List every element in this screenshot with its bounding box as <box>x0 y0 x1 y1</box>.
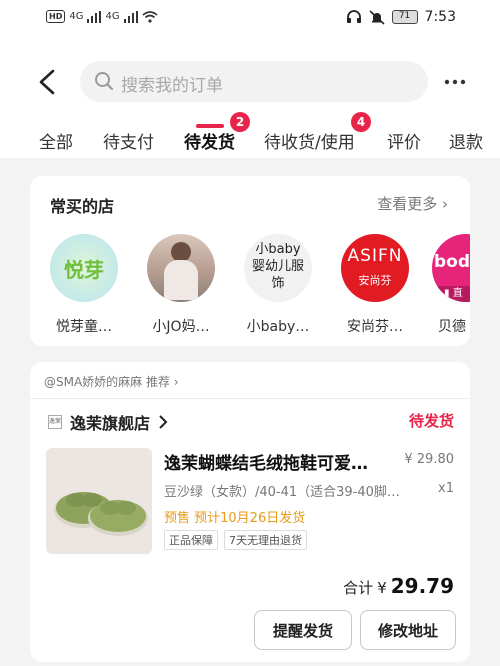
store-avatar-text: 小baby婴幼儿服饰 <box>251 242 304 291</box>
signal-icon <box>87 10 102 23</box>
shop-logo: 逸茉 <box>48 415 62 429</box>
chevron-right-icon: › <box>442 195 448 213</box>
more-icon[interactable] <box>444 72 466 92</box>
frequent-stores-title: 常买的店 <box>50 197 115 216</box>
store-avatar: 悦芽 <box>50 234 118 302</box>
service-tag: 正品保障 <box>164 530 218 550</box>
shop-link[interactable]: 逸茉 逸茉旗舰店 <box>48 410 168 434</box>
slipper-illustration <box>54 492 148 536</box>
tab-badge-pending-shipment: 2 <box>230 112 250 132</box>
tab-pending-payment[interactable]: 待支付 <box>103 128 154 153</box>
order-tabs: 全部 待支付 待发货 2 待收货/使用 4 评价 退款 <box>0 112 500 158</box>
product-image[interactable] <box>46 448 152 554</box>
order-status: 待发货 <box>408 412 454 430</box>
total-label: 合计 <box>343 579 374 597</box>
network-label-b: 4G <box>105 11 120 22</box>
total-amount: 29.79 <box>390 574 454 598</box>
tab-badge-pending-receipt: 4 <box>351 112 371 132</box>
recommender-text: @SMA娇娇的麻麻 推荐 <box>44 375 170 389</box>
signal-icon <box>123 10 138 23</box>
child-photo-body <box>164 260 198 300</box>
store-avatar-text-top: bode <box>434 252 470 272</box>
presale-notice: 预售 预计10月26日发货 <box>164 511 306 526</box>
store-item[interactable]: 小JO妈… <box>141 234 221 336</box>
store-avatar: ASIFN 安尚芬 <box>341 234 409 302</box>
chevron-right-icon: › <box>173 375 179 389</box>
store-item[interactable]: bode ▮ 直 贝德 <box>426 234 470 336</box>
store-avatar-text-top: ASIFN <box>347 246 403 266</box>
search-placeholder: 搜索我的订单 <box>121 76 223 96</box>
headphones-icon <box>346 10 361 23</box>
store-name: 安尚芬… <box>347 319 403 335</box>
see-more-link[interactable]: 查看更多 › <box>377 193 448 214</box>
header: 搜索我的订单 全部 待支付 待发货 2 待收货/使用 4 评价 退款 <box>0 38 500 158</box>
network-label-a: 4G <box>69 11 84 22</box>
store-name: 悦芽童… <box>56 319 112 335</box>
store-avatar: 小baby婴幼儿服饰 <box>244 234 312 302</box>
service-tag: 7天无理由退货 <box>224 530 307 550</box>
change-address-button[interactable]: 修改地址 <box>360 610 456 650</box>
live-badge: ▮ 直 <box>438 286 470 302</box>
store-item[interactable]: 悦芽 悦芽童… <box>44 234 124 336</box>
total-currency: ¥ <box>377 579 387 597</box>
status-time: 7:53 <box>424 9 456 25</box>
frequent-stores-card: 常买的店 查看更多 › 悦芽 悦芽童… 小JO妈… 小baby婴幼儿服饰 小ba… <box>30 176 470 346</box>
store-item[interactable]: ASIFN 安尚芬 安尚芬… <box>335 234 415 336</box>
wifi-icon <box>142 10 158 23</box>
hd-badge: HD <box>46 10 66 23</box>
tab-review[interactable]: 评价 <box>387 128 421 153</box>
chevron-right-icon <box>159 415 168 429</box>
status-right: 71 7:53 <box>346 9 456 25</box>
product-spec: 豆沙绿（女款）/40-41（适合39-40脚… <box>164 485 400 500</box>
store-name: 小JO妈… <box>152 319 210 335</box>
product-quantity: x1 <box>438 481 454 496</box>
search-icon <box>95 72 114 91</box>
divider <box>30 398 470 399</box>
tab-pending-shipment[interactable]: 待发货 <box>184 128 235 153</box>
recommender-line[interactable]: @SMA娇娇的麻麻 推荐 › <box>44 373 179 390</box>
tab-refund[interactable]: 退款 <box>449 128 483 153</box>
status-bar: HD 4G 4G 71 7:53 <box>0 0 500 38</box>
order-card[interactable]: @SMA娇娇的麻麻 推荐 › 逸茉 逸茉旗舰店 待发货 逸茉蝴蝶结毛绒拖鞋可爱…… <box>30 362 470 662</box>
mute-bell-icon <box>369 9 385 25</box>
remind-shipment-button[interactable]: 提醒发货 <box>254 610 352 650</box>
order-total: 合计 ¥ 29.79 <box>343 574 454 598</box>
service-tags: 正品保障 7天无理由退货 <box>164 530 307 550</box>
store-name: 小baby… <box>246 319 310 335</box>
tab-all[interactable]: 全部 <box>39 128 73 153</box>
store-item[interactable]: 小baby婴幼儿服饰 小baby… <box>238 234 318 336</box>
see-more-label: 查看更多 <box>377 195 438 213</box>
active-tab-indicator <box>196 124 224 128</box>
back-arrow-icon[interactable] <box>36 69 58 95</box>
tab-pending-receipt[interactable]: 待收货/使用 <box>264 128 355 153</box>
store-avatar-text-bottom: 安尚芬 <box>358 274 392 287</box>
store-avatar: bode ▮ 直 <box>432 234 470 302</box>
battery-icon: 71 <box>391 10 418 24</box>
store-name: 贝德 <box>438 319 466 335</box>
child-photo-shape <box>171 242 191 262</box>
status-left: HD 4G 4G <box>46 10 158 23</box>
search-input[interactable]: 搜索我的订单 <box>80 61 428 102</box>
live-badge-label: 直 <box>452 288 463 299</box>
shop-name: 逸茉旗舰店 <box>70 414 151 433</box>
product-title[interactable]: 逸茉蝴蝶结毛绒拖鞋可爱… <box>164 449 390 474</box>
product-price: ¥ 29.80 <box>404 452 454 467</box>
store-avatar-text: 悦芽 <box>64 258 104 282</box>
store-avatar <box>147 234 215 302</box>
